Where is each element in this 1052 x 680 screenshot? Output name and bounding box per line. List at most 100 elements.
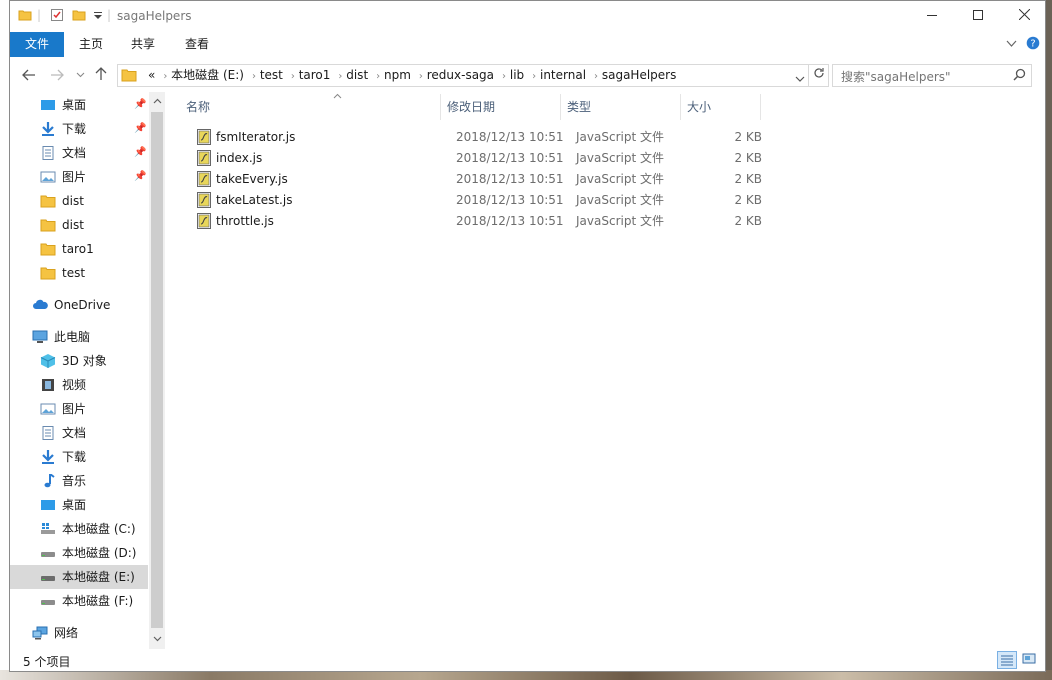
file-name: fsmIterator.js: [216, 130, 296, 144]
nav-item-network[interactable]: 网络: [10, 621, 148, 645]
column-header-size[interactable]: 大小: [687, 92, 757, 122]
nav-item-desktop[interactable]: 桌面 📌: [10, 93, 148, 117]
tab-view[interactable]: 查看: [176, 32, 218, 57]
tab-file[interactable]: 文件: [10, 32, 64, 57]
breadcrumb-item[interactable]: redux-saga: [427, 68, 494, 82]
pin-icon[interactable]: 📌: [134, 141, 146, 165]
back-arrow-icon: [22, 69, 35, 81]
breadcrumb-item[interactable]: sagaHelpers: [602, 68, 677, 82]
address-bar[interactable]: « › 本地磁盘 (E:) › test › taro1 › dist › npm › re…: [117, 64, 809, 87]
breadcrumb-separator-icon[interactable]: ›: [419, 71, 423, 82]
nav-item-music[interactable]: 音乐: [10, 469, 148, 493]
nav-item-downloads[interactable]: 下载 📌: [10, 117, 148, 141]
close-button[interactable]: [1001, 1, 1047, 32]
nav-item-drive-f[interactable]: 本地磁盘 (F:): [10, 589, 148, 613]
search-input[interactable]: [839, 67, 1013, 86]
help-icon[interactable]: ?: [1026, 36, 1040, 53]
nav-item-folder[interactable]: dist: [10, 189, 148, 213]
nav-item-documents[interactable]: 文档 📌: [10, 141, 148, 165]
breadcrumb-item[interactable]: lib: [510, 68, 524, 82]
breadcrumb-overflow[interactable]: «: [148, 68, 155, 82]
breadcrumb-item[interactable]: internal: [540, 68, 586, 82]
scrollbar-thumb[interactable]: [151, 112, 163, 628]
file-size: 2 KB: [734, 214, 762, 228]
video-icon: [42, 379, 54, 391]
breadcrumb-separator-icon[interactable]: ›: [252, 71, 256, 82]
tab-share[interactable]: 共享: [122, 32, 164, 57]
nav-item-drive-c[interactable]: 本地磁盘 (C:): [10, 517, 148, 541]
nav-item-downloads[interactable]: 下载: [10, 445, 148, 469]
nav-item-onedrive[interactable]: OneDrive: [10, 293, 148, 317]
breadcrumb-item[interactable]: taro1: [299, 68, 331, 82]
nav-item-folder[interactable]: taro1: [10, 237, 148, 261]
music-note-icon: [44, 474, 55, 488]
new-folder-icon[interactable]: [72, 8, 86, 25]
javascript-file-icon: [197, 213, 211, 229]
pin-icon[interactable]: 📌: [134, 93, 146, 117]
up-button[interactable]: [90, 65, 112, 87]
minimize-button[interactable]: [909, 1, 955, 32]
column-header-date[interactable]: 修改日期: [447, 92, 557, 122]
maximize-button[interactable]: [955, 1, 1001, 32]
column-divider[interactable]: [440, 94, 441, 120]
table-row[interactable]: takeLatest.js 2018/12/13 10:51 JavaScrip…: [168, 190, 762, 211]
large-icons-view-button[interactable]: [1020, 651, 1040, 669]
forward-arrow-icon: [51, 69, 64, 81]
document-icon: [42, 426, 54, 440]
nav-item-videos[interactable]: 视频: [10, 373, 148, 397]
nav-item-drive-d[interactable]: 本地磁盘 (D:): [10, 541, 148, 565]
forward-button[interactable]: [46, 65, 68, 87]
table-row[interactable]: index.js 2018/12/13 10:51 JavaScript 文件 …: [168, 148, 762, 169]
table-row[interactable]: fsmIterator.js 2018/12/13 10:51 JavaScri…: [168, 127, 762, 148]
nav-item-thispc[interactable]: 此电脑: [10, 325, 148, 349]
search-box[interactable]: [832, 64, 1032, 87]
column-divider[interactable]: [680, 94, 681, 120]
table-row[interactable]: throttle.js 2018/12/13 10:51 JavaScript …: [168, 211, 762, 232]
column-header-type[interactable]: 类型: [567, 92, 677, 122]
nav-item-pictures[interactable]: 图片 📌: [10, 165, 148, 189]
nav-scrollbar[interactable]: [149, 92, 165, 649]
breadcrumb-item[interactable]: npm: [384, 68, 411, 82]
nav-item-folder[interactable]: dist: [10, 213, 148, 237]
pin-icon[interactable]: 📌: [134, 117, 146, 141]
nav-item-documents[interactable]: 文档: [10, 421, 148, 445]
file-date: 2018/12/13 10:51: [456, 193, 564, 207]
nav-item-pictures[interactable]: 图片: [10, 397, 148, 421]
nav-item-drive-e[interactable]: 本地磁盘 (E:): [10, 565, 148, 589]
pin-icon[interactable]: 📌: [134, 165, 146, 189]
breadcrumb-separator-icon[interactable]: ›: [532, 71, 536, 82]
column-header-name[interactable]: 名称: [186, 92, 438, 122]
refresh-button[interactable]: [809, 64, 829, 87]
drive-icon: [41, 576, 55, 581]
back-button[interactable]: [18, 65, 40, 87]
customize-dropdown-icon[interactable]: [93, 10, 103, 24]
breadcrumb-item[interactable]: 本地磁盘 (E:): [171, 68, 244, 82]
up-arrow-icon: [95, 67, 107, 80]
search-icon[interactable]: [1013, 68, 1026, 84]
scroll-up-arrow-icon[interactable]: [149, 94, 165, 110]
column-divider[interactable]: [560, 94, 561, 120]
breadcrumb-item[interactable]: test: [260, 68, 283, 82]
table-row[interactable]: takeEvery.js 2018/12/13 10:51 JavaScript…: [168, 169, 762, 190]
nav-item-3d-objects[interactable]: 3D 对象: [10, 349, 148, 373]
breadcrumb-separator-icon[interactable]: ›: [594, 71, 598, 82]
properties-check-icon[interactable]: [50, 8, 64, 25]
breadcrumb-separator-icon[interactable]: ›: [502, 71, 506, 82]
nav-item-desktop[interactable]: 桌面: [10, 493, 148, 517]
breadcrumb-separator-icon[interactable]: ›: [376, 71, 380, 82]
scroll-down-arrow-icon[interactable]: [149, 632, 165, 648]
folder-icon[interactable]: [18, 8, 32, 25]
column-divider[interactable]: [760, 94, 761, 120]
chevron-down-icon[interactable]: [1006, 37, 1017, 51]
file-list: 名称 修改日期 类型 大小 fsmIterator.js 2018/12/13 …: [168, 92, 1046, 649]
nav-item-label: 下载: [62, 450, 87, 464]
tab-home[interactable]: 主页: [70, 32, 112, 57]
nav-item-label: 此电脑: [54, 330, 91, 344]
address-dropdown-icon[interactable]: [795, 72, 805, 86]
nav-item-folder[interactable]: test: [10, 261, 148, 285]
recent-locations-button[interactable]: [69, 65, 91, 87]
breadcrumb-separator-icon[interactable]: ›: [291, 71, 295, 82]
breadcrumb-item[interactable]: dist: [346, 68, 368, 82]
details-view-button[interactable]: [997, 651, 1017, 669]
breadcrumb-separator-icon[interactable]: ›: [338, 71, 342, 82]
